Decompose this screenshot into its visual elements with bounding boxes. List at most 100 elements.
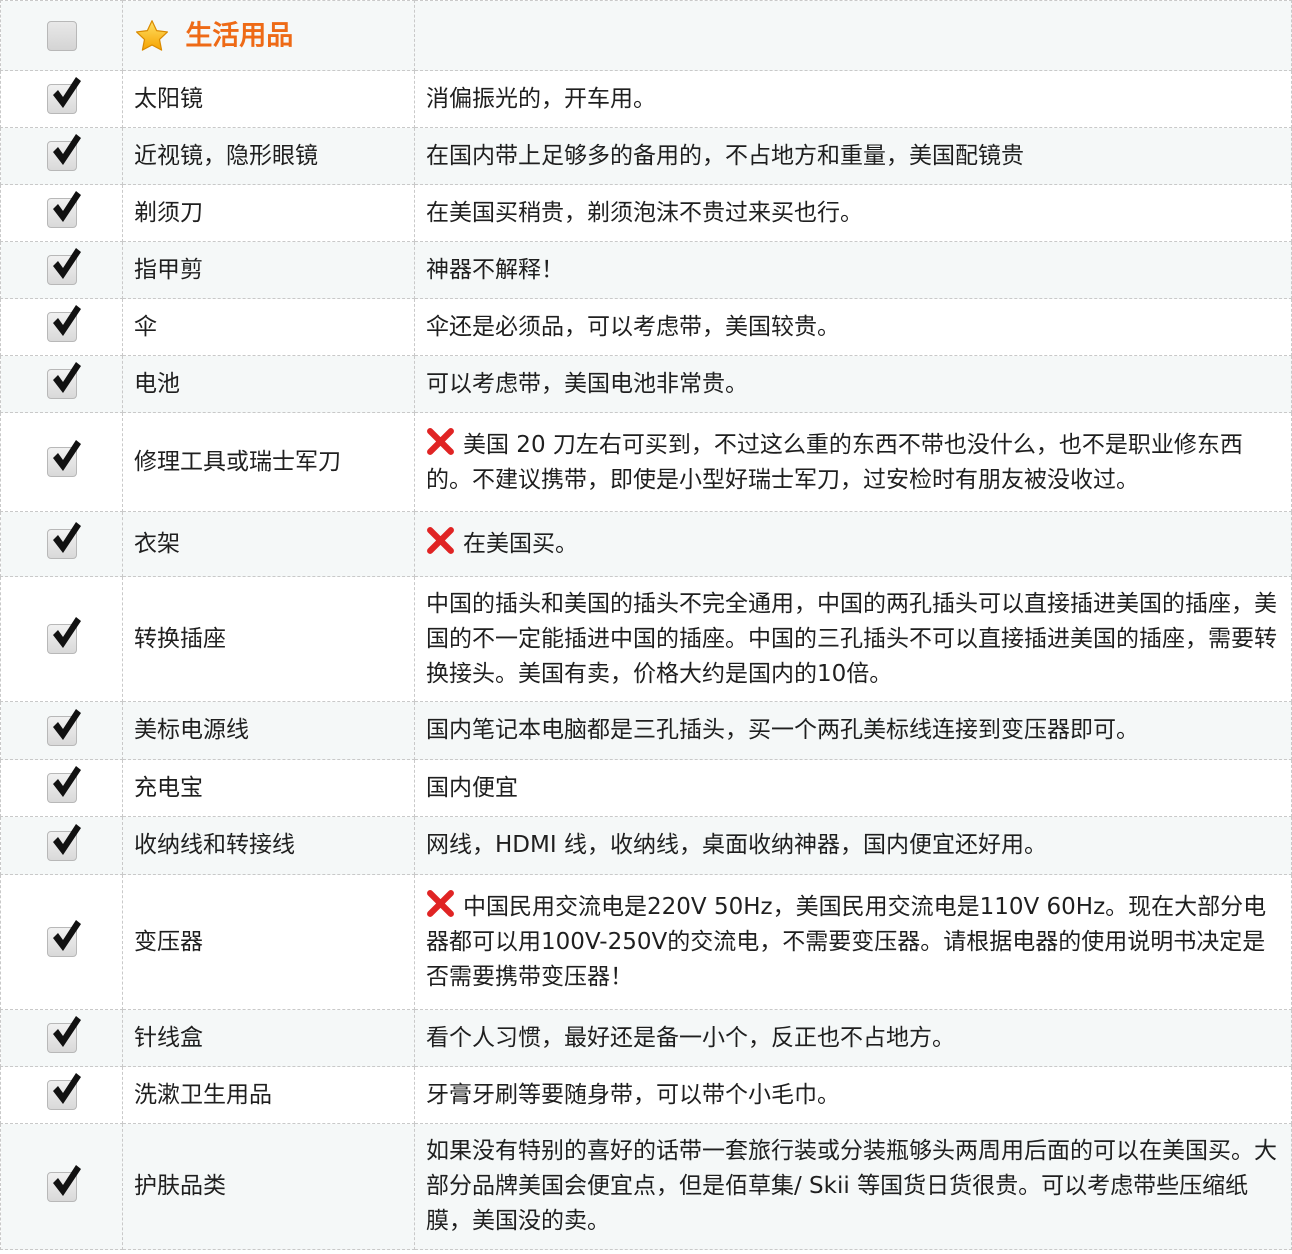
item-note-text: 国内笔记本电脑都是三孔插头，买一个两孔美标线连接到变压器即可。 bbox=[426, 717, 1139, 743]
item-name: 伞 bbox=[122, 298, 415, 356]
checklist-row: 剃须刀 在美国买稍贵，剃须泡沫不贵过来买也行。 bbox=[0, 184, 1292, 242]
item-checkbox[interactable] bbox=[46, 617, 81, 654]
item-note-text: 如果没有特别的喜好的话带一套旅行装或分装瓶够头两周用后面的可以在美国买。大部分品… bbox=[426, 1138, 1277, 1234]
checkbox-cell bbox=[0, 816, 123, 875]
star-icon bbox=[135, 19, 169, 51]
header-checkbox-cell bbox=[0, 0, 123, 71]
item-note-text: 美国 20 刀左右可买到，不过这么重的东西不带也没什么，也不是职业修东西的。不建… bbox=[426, 431, 1243, 493]
item-checkbox[interactable] bbox=[46, 248, 81, 285]
checkmark-icon bbox=[52, 1073, 81, 1104]
checklist-body: 生活用品 太阳镜 消偏振光的，开车用。 近视镜，隐形眼镜 在国内带上足够多的备用的，不… bbox=[0, 0, 1292, 1250]
checkbox-cell bbox=[0, 127, 123, 185]
checkmark-icon bbox=[52, 1164, 81, 1196]
section-header-row: 生活用品 bbox=[0, 0, 1292, 71]
item-note: 在美国买。 bbox=[414, 511, 1292, 577]
checkbox-cell bbox=[0, 701, 123, 760]
item-note: 国内笔记本电脑都是三孔插头，买一个两孔美标线连接到变压器即可。 bbox=[414, 701, 1292, 760]
header-checkbox[interactable] bbox=[46, 20, 77, 51]
item-name: 修理工具或瑞士军刀 bbox=[122, 412, 415, 512]
checkmark-icon bbox=[52, 617, 81, 648]
item-checkbox[interactable] bbox=[46, 305, 81, 342]
checklist-row: 伞伞还是必须品，可以考虑带，美国较贵。 bbox=[0, 298, 1292, 356]
item-name: 收纳线和转接线 bbox=[122, 816, 415, 875]
checkmark-icon bbox=[52, 191, 81, 222]
item-note-text: 在国内带上足够多的备用的，不占地方和重量，美国配镜贵 bbox=[426, 142, 1024, 169]
item-name: 美标电源线 bbox=[122, 701, 415, 760]
checkbox-cell bbox=[0, 576, 123, 702]
section-title: 生活用品 bbox=[185, 20, 294, 51]
checkbox-cell bbox=[0, 184, 123, 242]
item-note: 在国内带上足够多的备用的，不占地方和重量，美国配镜贵 bbox=[414, 127, 1292, 185]
checkmark-icon bbox=[52, 305, 81, 336]
header-empty-cell bbox=[414, 0, 1292, 71]
item-checkbox[interactable] bbox=[46, 362, 81, 399]
item-note-text: 中国的插头和美国的插头不完全通用，中国的两孔插头可以直接插进美国的插座，美国的不… bbox=[426, 590, 1277, 687]
checkbox-cell bbox=[0, 1009, 123, 1067]
item-note: 中国的插头和美国的插头不完全通用，中国的两孔插头可以直接插进美国的插座，美国的不… bbox=[414, 576, 1292, 702]
cross-mark-icon bbox=[427, 427, 454, 455]
item-checkbox[interactable] bbox=[46, 134, 81, 171]
item-note: 国内便宜 bbox=[414, 759, 1292, 817]
item-checkbox[interactable] bbox=[46, 1164, 81, 1202]
checkmark-icon bbox=[52, 362, 81, 393]
checklist-row: 衣架 在美国买。 bbox=[0, 511, 1292, 577]
checklist-row: 修理工具或瑞士军刀 美国 20 刀左右可买到，不过这么重的东西不带也没什么，也不是… bbox=[0, 412, 1292, 512]
checkbox-cell bbox=[0, 759, 123, 817]
item-note: 神器不解释！ bbox=[414, 241, 1292, 299]
checklist-row: 变压器 中国民用交流电是220V 50Hz，美国民用交流电是110V 60Hz。现… bbox=[0, 874, 1292, 1010]
item-name: 近视镜，隐形眼镜 bbox=[122, 127, 415, 185]
item-checkbox[interactable] bbox=[46, 440, 81, 477]
item-checkbox[interactable] bbox=[46, 191, 81, 228]
checkbox-cell bbox=[0, 1123, 123, 1250]
cross-mark-icon bbox=[427, 890, 454, 917]
item-note: 看个人习惯，最好还是备一小个，反正也不占地方。 bbox=[414, 1009, 1292, 1067]
checkbox-cell bbox=[0, 298, 123, 356]
item-note-text: 神器不解释！ bbox=[426, 256, 564, 283]
item-checkbox[interactable] bbox=[46, 920, 81, 957]
checkmark-icon bbox=[52, 766, 81, 797]
item-name: 洗漱卫生用品 bbox=[122, 1066, 415, 1124]
item-checkbox[interactable] bbox=[46, 1073, 81, 1110]
checkmark-icon bbox=[52, 248, 81, 279]
item-checkbox[interactable] bbox=[46, 766, 81, 803]
item-name: 指甲剪 bbox=[122, 241, 415, 299]
item-name: 充电宝 bbox=[122, 759, 415, 817]
item-checkbox[interactable] bbox=[46, 522, 81, 559]
checklist-row: 电池 可以考虑带，美国电池非常贵。 bbox=[0, 355, 1292, 413]
item-name: 电池 bbox=[122, 355, 415, 413]
checkbox-cell bbox=[0, 355, 123, 413]
item-note-text: 在美国买。 bbox=[463, 531, 578, 557]
checklist-row: 近视镜，隐形眼镜 在国内带上足够多的备用的，不占地方和重量，美国配镜贵 bbox=[0, 127, 1292, 185]
item-checkbox[interactable] bbox=[46, 77, 81, 114]
item-checkbox[interactable] bbox=[46, 1016, 81, 1053]
item-checkbox[interactable] bbox=[46, 823, 81, 861]
item-name: 针线盒 bbox=[122, 1009, 415, 1067]
checkbox-cell bbox=[0, 874, 123, 1010]
item-note-text: 消偏振光的，开车用。 bbox=[426, 85, 656, 112]
checklist-row: 美标电源线 国内笔记本电脑都是三孔插头，买一个两孔美标线连接到变压器即可。 bbox=[0, 701, 1292, 760]
item-note: 消偏振光的，开车用。 bbox=[414, 70, 1292, 128]
item-note: 美国 20 刀左右可买到，不过这么重的东西不带也没什么，也不是职业修东西的。不建… bbox=[414, 412, 1292, 512]
checklist-row: 指甲剪 神器不解释！ bbox=[0, 241, 1292, 299]
item-note-text: 伞还是必须品，可以考虑带，美国较贵。 bbox=[426, 313, 840, 340]
item-note: 伞还是必须品，可以考虑带，美国较贵。 bbox=[414, 298, 1292, 356]
checkmark-icon bbox=[52, 522, 81, 553]
item-checkbox[interactable] bbox=[46, 708, 81, 746]
item-name: 变压器 bbox=[122, 874, 415, 1010]
item-name: 太阳镜 bbox=[122, 70, 415, 128]
item-name: 衣架 bbox=[122, 511, 415, 577]
item-note-text: 网线，HDMI 线，收纳线，桌面收纳神器，国内便宜还好用。 bbox=[426, 832, 1047, 858]
checklist-row: 洗漱卫生用品 牙膏牙刷等要随身带，可以带个小毛巾。 bbox=[0, 1066, 1292, 1124]
item-note-text: 可以考虑带，美国电池非常贵。 bbox=[426, 370, 748, 397]
checkmark-icon bbox=[52, 823, 81, 855]
checklist-row: 收纳线和转接线 网线，HDMI 线，收纳线，桌面收纳神器，国内便宜还好用。 bbox=[0, 816, 1292, 875]
checklist-table: 生活用品 太阳镜 消偏振光的，开车用。 近视镜，隐形眼镜 在国内带上足够多的备用的，不… bbox=[0, 0, 1292, 1250]
item-note: 网线，HDMI 线，收纳线，桌面收纳神器，国内便宜还好用。 bbox=[414, 816, 1292, 875]
checkmark-icon bbox=[52, 134, 81, 165]
checklist-row: 转换插座 中国的插头和美国的插头不完全通用，中国的两孔插头可以直接插进美国的插座，… bbox=[0, 576, 1292, 702]
item-note: 中国民用交流电是220V 50Hz，美国民用交流电是110V 60Hz。现在大部… bbox=[414, 874, 1292, 1010]
cross-mark-icon bbox=[427, 527, 454, 554]
checkmark-icon bbox=[52, 708, 81, 740]
checkbox-cell bbox=[0, 1066, 123, 1124]
checkbox-cell bbox=[0, 70, 123, 128]
